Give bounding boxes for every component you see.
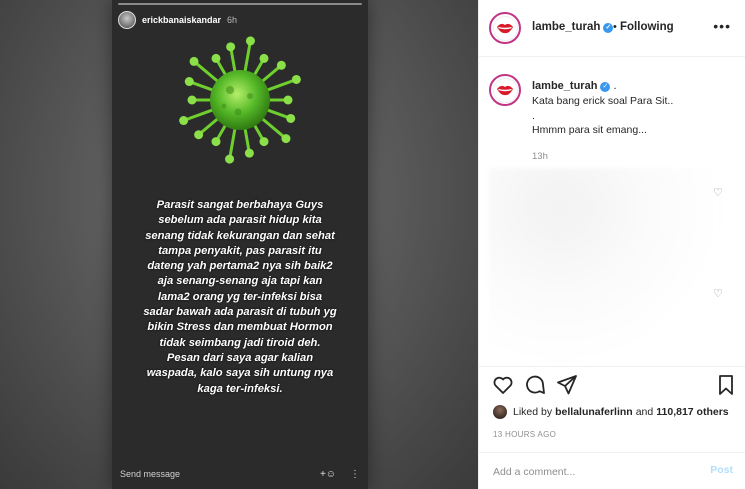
header-username[interactable]: lambe_turah ✓ <box>532 21 614 33</box>
story-text-line: tampa penyakit, pas parasit itu <box>158 244 322 257</box>
story-username[interactable]: erickbanaiskandar <box>142 15 221 25</box>
likes-summary: Liked by bellalunaferlinn and 110,817 ot… <box>493 404 732 420</box>
caption-username-text[interactable]: lambe_turah <box>532 80 597 92</box>
comment-like-icon[interactable]: ♡ <box>713 186 723 199</box>
story-text-line: kaga ter-infeksi. <box>197 382 283 395</box>
verified-badge-icon: ✓ <box>600 82 611 92</box>
lips-logo-icon <box>497 23 513 34</box>
post-button[interactable]: Post <box>710 464 733 476</box>
likes-others-count[interactable]: 110,817 others <box>656 406 728 418</box>
story-frame: erickbanaiskandar 6h Parasit sangat berb… <box>112 0 368 489</box>
story-header: erickbanaiskandar 6h <box>118 10 237 30</box>
story-footer: Send message +☺ ⋮ <box>120 465 360 483</box>
caption-username[interactable]: lambe_turah ✓ . <box>532 80 617 92</box>
post-header: lambe_turah ✓ • Following ••• <box>479 0 745 57</box>
likes-and: and <box>635 406 654 418</box>
post-sidebar: lambe_turah ✓ • Following ••• lambe_turah… <box>478 0 745 489</box>
comments-area <box>489 168 725 366</box>
story-text-line: lama2 orang yg ter-infeksi bisa <box>157 290 323 303</box>
header-username-text[interactable]: lambe_turah <box>532 21 600 33</box>
liker-avatar[interactable] <box>493 405 507 419</box>
story-text-line: aja senang-senang aja tapi kan <box>157 275 323 288</box>
header-separator: • <box>613 21 617 33</box>
story-avatar[interactable] <box>118 11 136 29</box>
lips-logo-icon <box>497 85 513 96</box>
story-progress-bar <box>118 3 362 5</box>
story-text-line: dateng yah pertama2 nya sih baik2 <box>147 260 333 273</box>
story-text: Parasit sangat berbahaya Guys sebelum ad… <box>124 198 356 397</box>
action-bar <box>479 366 745 404</box>
add-person-icon[interactable]: +☺ <box>320 469 336 480</box>
liker-username[interactable]: bellalunaferlinn <box>555 406 633 418</box>
story-text-line: sadar bawah ada parasit di tubuh yg <box>143 306 337 319</box>
caption-line: . <box>532 110 535 122</box>
verified-badge-icon: ✓ <box>603 23 614 33</box>
more-vertical-icon[interactable]: ⋮ <box>350 469 360 480</box>
send-message-field[interactable]: Send message <box>120 469 306 479</box>
caption-line: Kata bang erick soal Para Sit.. <box>532 95 674 107</box>
share-icon[interactable] <box>555 373 579 397</box>
story-text-line: tidak seimbang jadi tiroid deh. <box>159 336 321 349</box>
following-button[interactable]: Following <box>620 21 674 33</box>
comment-like-icon[interactable]: ♡ <box>713 287 723 300</box>
caption-avatar[interactable] <box>489 74 521 106</box>
story-text-line: Parasit sangat berbahaya Guys <box>156 199 324 211</box>
more-options-icon[interactable]: ••• <box>713 18 731 34</box>
save-bookmark-icon[interactable] <box>714 373 738 397</box>
comment-icon[interactable] <box>523 373 547 397</box>
header-avatar[interactable] <box>489 12 521 44</box>
likes-prefix: Liked by <box>513 406 553 418</box>
caption-time[interactable]: 13h <box>532 151 548 162</box>
story-text-line: Pesan dari saya agar kalian <box>166 351 314 364</box>
story-text-line: bikin Stress dan membuat Hormon <box>147 321 333 334</box>
story-text-line: waspada, kalo saya sih untung nya <box>146 367 334 380</box>
story-time: 6h <box>227 15 238 25</box>
post-media: erickbanaiskandar 6h Parasit sangat berb… <box>0 0 478 489</box>
story-text-line: senang tidak kekurangan dan sehat <box>145 229 335 242</box>
caption-suffix: . <box>613 80 617 92</box>
story-text-line: sebelum ada parasit hidup kita <box>158 214 322 227</box>
like-heart-icon[interactable] <box>491 373 515 397</box>
comment-input[interactable] <box>493 464 693 480</box>
post-timestamp[interactable]: 13 HOURS AGO <box>493 430 556 439</box>
caption-line: Hmmm para sit emang... <box>532 124 647 136</box>
virus-image <box>179 36 301 164</box>
comment-section: Post <box>479 452 745 489</box>
